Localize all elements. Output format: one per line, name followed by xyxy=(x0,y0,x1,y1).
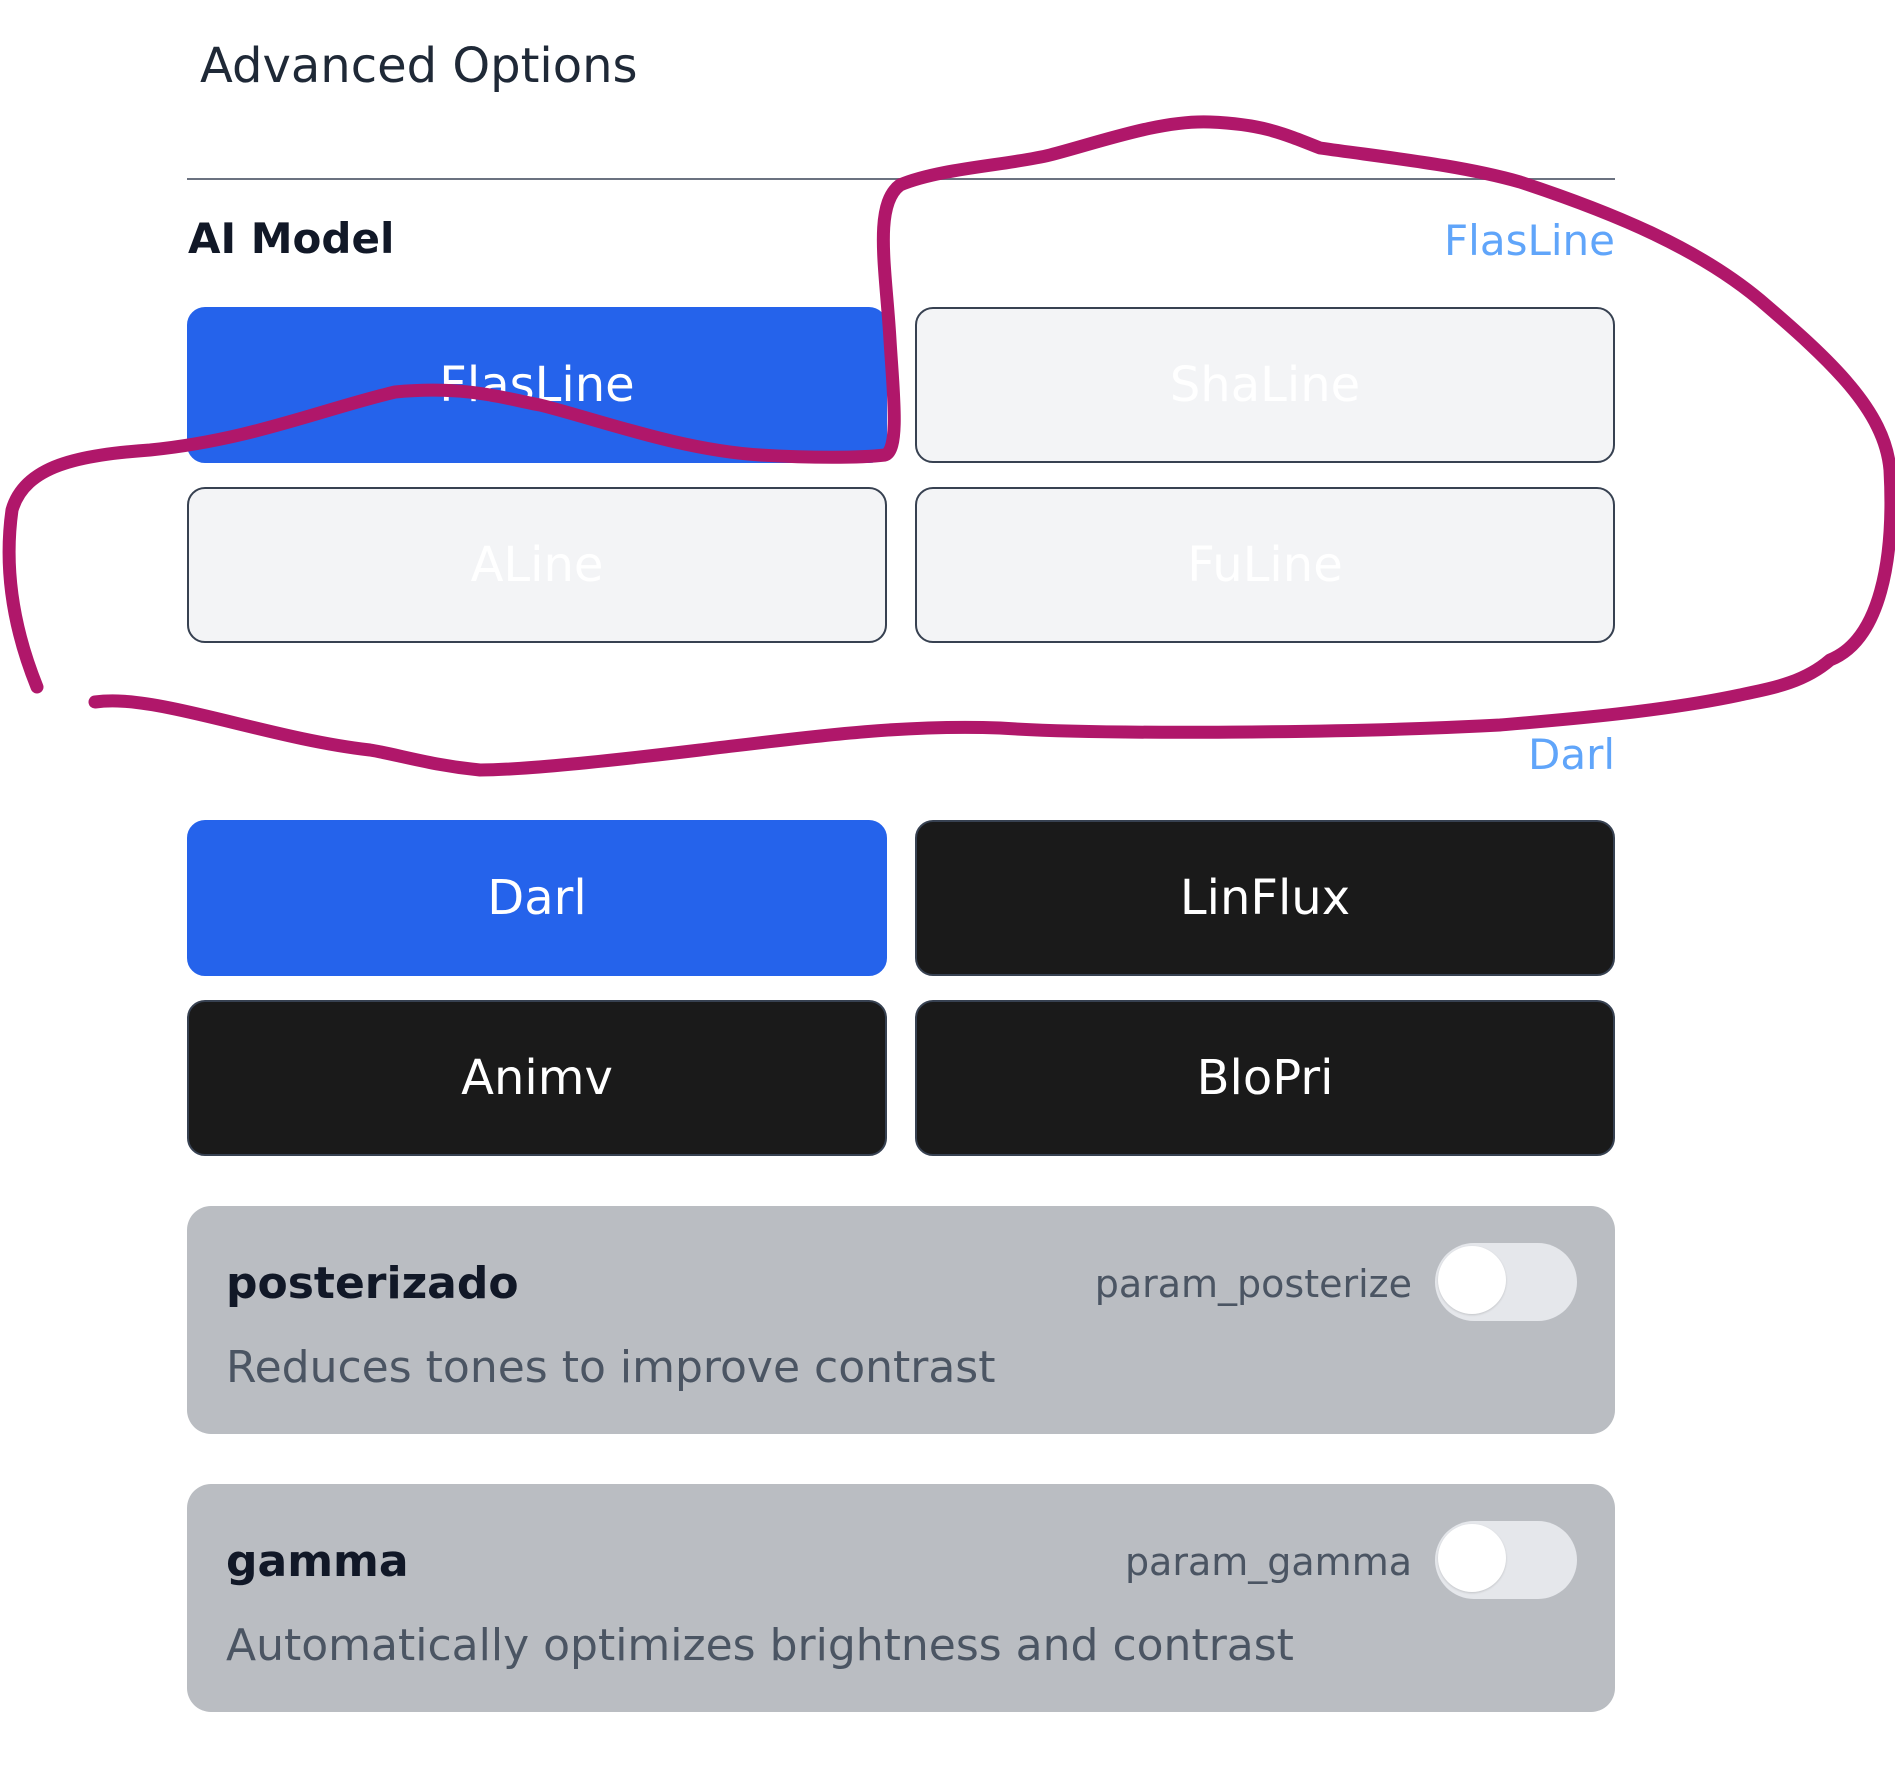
posterize-toggle[interactable] xyxy=(1435,1243,1577,1321)
selected-model-group1: FlasLine xyxy=(1444,216,1615,265)
model-option-shaline[interactable]: ShaLine xyxy=(915,307,1615,463)
model-option-flasline[interactable]: FlasLine xyxy=(187,307,887,463)
setting-card-gamma: gamma param_gamma Automatically optimize… xyxy=(187,1484,1615,1712)
section-divider xyxy=(187,178,1615,180)
model-option-darl[interactable]: Darl xyxy=(187,820,887,976)
model-option-linflux[interactable]: LinFlux xyxy=(915,820,1615,976)
page-title: Advanced Options xyxy=(200,38,638,94)
setting-title: posterizado xyxy=(226,1258,519,1309)
setting-description: Automatically optimizes brightness and c… xyxy=(226,1620,1294,1671)
model-option-fuline[interactable]: FuLine xyxy=(915,487,1615,643)
selected-model-group2: Darl xyxy=(1527,730,1615,779)
setting-param-name: param_gamma xyxy=(1124,1540,1412,1584)
toggle-knob xyxy=(1438,1246,1506,1314)
setting-title: gamma xyxy=(226,1536,409,1587)
model-option-aline[interactable]: ALine xyxy=(187,487,887,643)
setting-description: Reduces tones to improve contrast xyxy=(226,1342,996,1393)
gamma-toggle[interactable] xyxy=(1435,1521,1577,1599)
ai-model-label: AI Model xyxy=(188,214,395,263)
setting-param-name: param_posterize xyxy=(1094,1262,1412,1306)
advanced-options-panel: Advanced Options AI Model FlasLine FlasL… xyxy=(0,0,1895,1772)
model-option-animv[interactable]: Animv xyxy=(187,1000,887,1156)
toggle-knob xyxy=(1438,1524,1506,1592)
setting-card-posterize: posterizado param_posterize Reduces tone… xyxy=(187,1206,1615,1434)
model-option-blopri[interactable]: BloPri xyxy=(915,1000,1615,1156)
